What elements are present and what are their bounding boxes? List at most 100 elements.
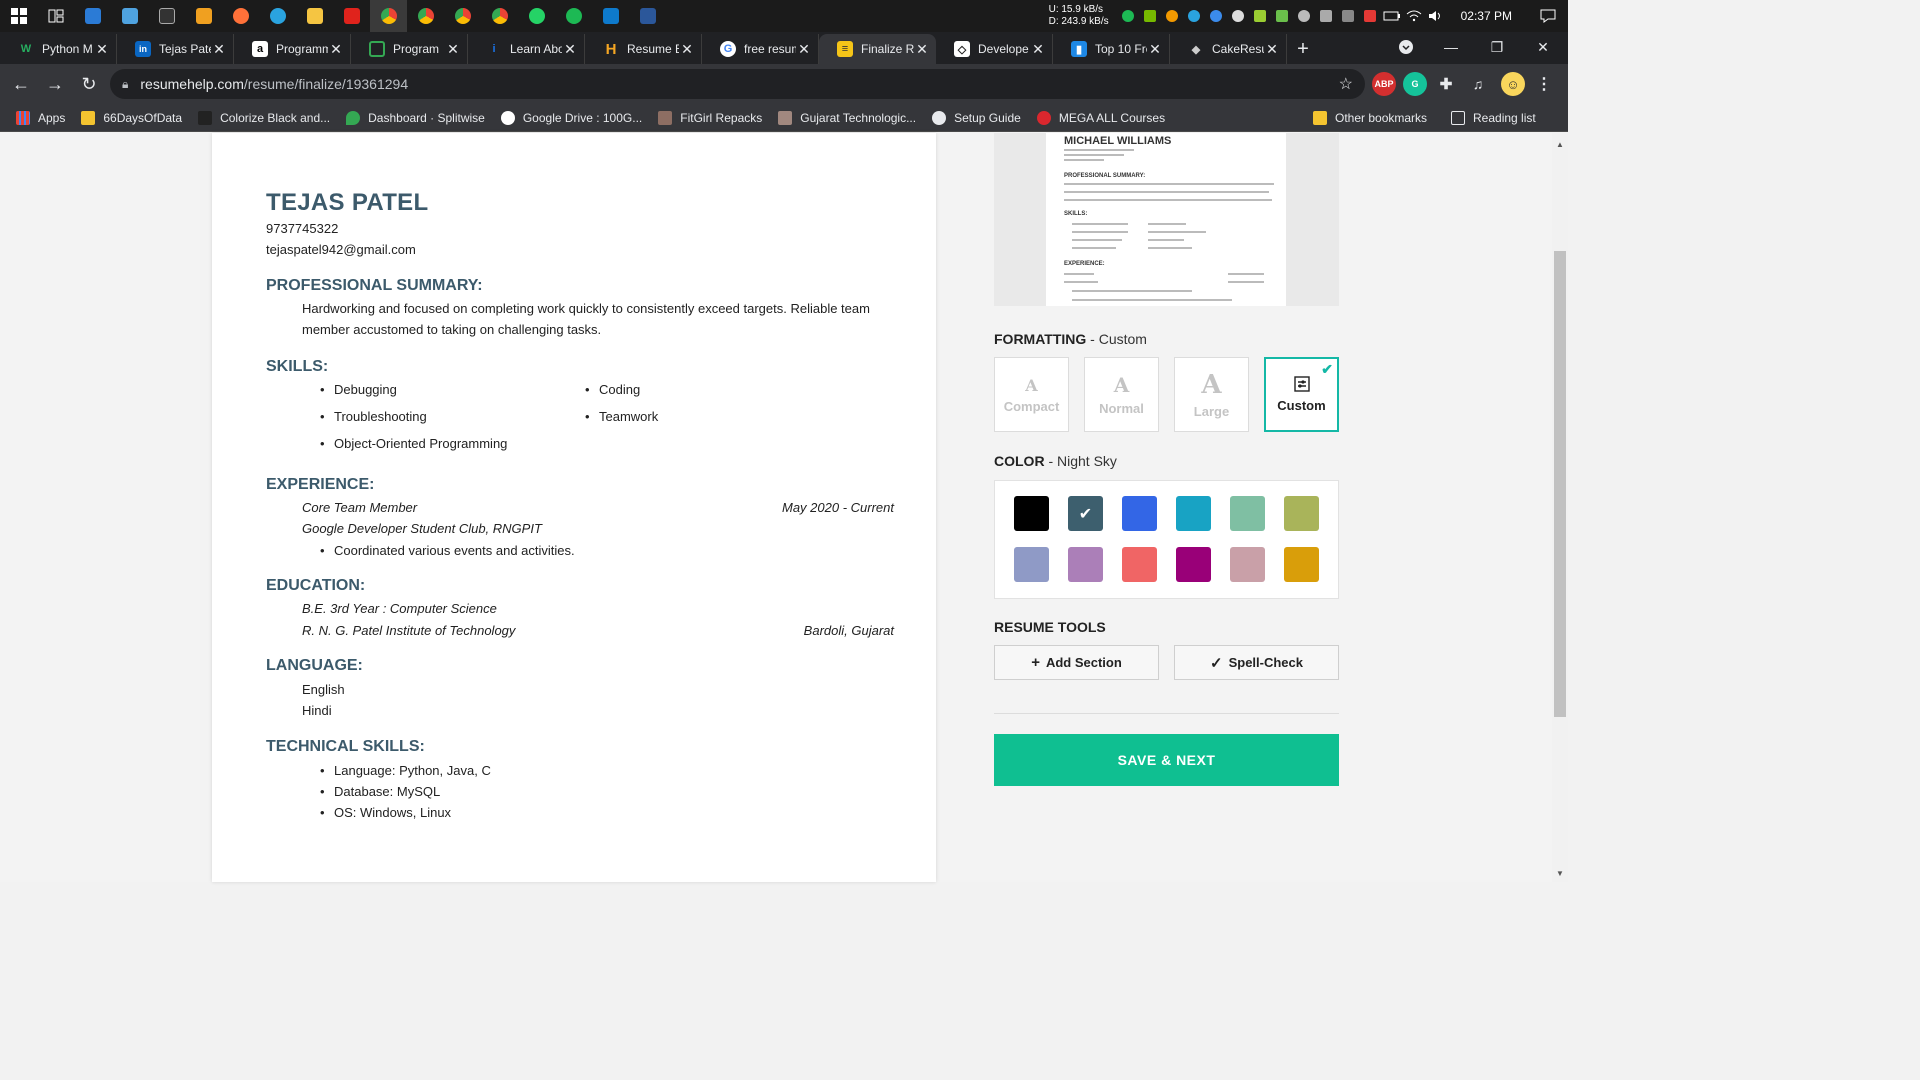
tray-app-icon[interactable] — [1271, 0, 1293, 32]
media-control-icon[interactable]: ♫ — [1466, 72, 1490, 96]
bookmark-item[interactable]: Apps — [16, 110, 65, 125]
bookmark-star-icon[interactable]: ☆ — [1339, 74, 1353, 94]
adblock-icon[interactable]: ABP — [1372, 72, 1396, 96]
close-tab-icon[interactable]: ✕ — [328, 41, 344, 58]
close-tab-icon[interactable]: ✕ — [914, 41, 930, 58]
scrollbar-thumb[interactable] — [1554, 251, 1566, 717]
format-custom-option[interactable]: ✔ Custom — [1264, 357, 1339, 432]
scroll-down-icon[interactable]: ▼ — [1552, 866, 1568, 882]
volume-icon[interactable] — [1425, 0, 1447, 32]
browser-tab[interactable]: ◇ Develope ✕ — [936, 34, 1053, 64]
acrobat-icon[interactable] — [333, 0, 370, 32]
color-swatch[interactable] — [1014, 496, 1049, 531]
chrome-profile-icon[interactable] — [407, 0, 444, 32]
tab-search-icon[interactable] — [1383, 32, 1429, 62]
color-swatch[interactable] — [1230, 547, 1265, 582]
chrome-icon[interactable] — [370, 0, 407, 32]
color-swatch[interactable] — [1122, 547, 1157, 582]
windows-start-icon[interactable] — [0, 0, 37, 32]
tray-app-icon[interactable] — [1249, 0, 1271, 32]
tray-app-icon[interactable] — [1315, 0, 1337, 32]
spotify-tray-icon[interactable] — [1117, 0, 1139, 32]
shield-tray-icon[interactable] — [1359, 0, 1381, 32]
color-swatch[interactable] — [1176, 547, 1211, 582]
terminal-icon[interactable] — [148, 0, 185, 32]
minimize-icon[interactable]: — — [1428, 32, 1474, 62]
bookmark-item[interactable]: FitGirl Repacks — [658, 110, 762, 125]
spotify-icon[interactable] — [555, 0, 592, 32]
vertical-scrollbar[interactable]: ▲ ▼ — [1552, 133, 1568, 882]
color-swatch[interactable] — [1284, 496, 1319, 531]
browser-tab[interactable]: H Resume B ✕ — [585, 34, 702, 64]
color-swatch[interactable] — [1230, 496, 1265, 531]
close-tab-icon[interactable]: ✕ — [1030, 41, 1046, 58]
tray-app-icon[interactable] — [1227, 0, 1249, 32]
telegram-icon[interactable] — [259, 0, 296, 32]
color-swatch-selected[interactable]: ✔ — [1068, 496, 1103, 531]
close-tab-icon[interactable]: ✕ — [1264, 41, 1280, 58]
address-bar[interactable]: 🔒︎ resumehelp.com/resume/finalize/193612… — [110, 69, 1365, 99]
word-icon[interactable] — [629, 0, 666, 32]
close-window-icon[interactable]: ✕ — [1520, 32, 1566, 62]
scroll-up-icon[interactable]: ▲ — [1552, 137, 1568, 153]
close-tab-icon[interactable]: ✕ — [1147, 41, 1163, 58]
telegram-tray-icon[interactable] — [1183, 0, 1205, 32]
tray-app-icon[interactable] — [1337, 0, 1359, 32]
bookmark-item[interactable]: 66DaysOfData — [81, 110, 182, 125]
spell-check-button[interactable]: ✓ Spell-Check — [1174, 645, 1339, 680]
new-tab-button[interactable]: + — [1287, 34, 1319, 64]
chrome-menu-icon[interactable]: ⋮ — [1532, 72, 1556, 96]
whatsapp-icon[interactable] — [518, 0, 555, 32]
bookmark-item[interactable]: Google Drive : 100G... — [500, 110, 642, 125]
back-arrow-icon[interactable]: ← — [4, 64, 38, 104]
task-view-icon[interactable] — [37, 0, 74, 32]
profile-avatar[interactable]: ☺ — [1501, 72, 1525, 96]
color-swatch[interactable] — [1284, 547, 1319, 582]
clock[interactable]: 02:37 PM — [1461, 9, 1512, 23]
reload-icon[interactable]: ↻ — [72, 64, 106, 104]
maximize-icon[interactable]: ❐ — [1474, 32, 1520, 62]
tray-app-icon[interactable] — [1205, 0, 1227, 32]
template-preview[interactable]: MICHAEL WILLIAMS PROFESSIONAL SUMMARY: S… — [994, 133, 1339, 306]
extensions-puzzle-icon[interactable]: ✚ — [1434, 72, 1458, 96]
bookmark-item[interactable]: Dashboard · Splitwise — [346, 110, 485, 125]
bookmark-item[interactable]: MEGA ALL Courses — [1036, 110, 1165, 125]
tray-app-icon[interactable] — [1293, 0, 1315, 32]
format-compact-option[interactable]: A Compact — [994, 357, 1069, 432]
close-tab-icon[interactable]: ✕ — [679, 41, 695, 58]
browser-tab[interactable]: ◆ CakeResu ✕ — [1170, 34, 1287, 64]
chrome-profile-icon[interactable] — [444, 0, 481, 32]
other-bookmarks[interactable]: Other bookmarks — [1313, 110, 1427, 125]
bookmark-item[interactable]: Colorize Black and... — [198, 110, 330, 125]
close-tab-icon[interactable]: ✕ — [445, 41, 461, 58]
browser-tab[interactable]: in Tejas Pate ✕ — [117, 34, 234, 64]
format-normal-option[interactable]: A Normal — [1084, 357, 1159, 432]
firefox-icon[interactable] — [222, 0, 259, 32]
browser-tab[interactable]: a Programm ✕ — [234, 34, 351, 64]
notification-icon[interactable] — [1528, 0, 1568, 32]
browser-tab[interactable]: i Learn Abo ✕ — [468, 34, 585, 64]
format-large-option[interactable]: A Large — [1174, 357, 1249, 432]
add-section-button[interactable]: + Add Section — [994, 645, 1159, 680]
bookmark-item[interactable]: Setup Guide — [932, 110, 1021, 125]
color-swatch[interactable] — [1014, 547, 1049, 582]
lock-icon[interactable]: 🔒︎ — [122, 77, 128, 92]
browser-tab[interactable]: W Python M ✕ — [0, 34, 117, 64]
reading-list[interactable]: Reading list — [1451, 110, 1536, 125]
browser-tab[interactable]: ▮ Top 10 Fre ✕ — [1053, 34, 1170, 64]
save-next-button[interactable]: SAVE & NEXT — [994, 734, 1339, 786]
chrome-profile-icon[interactable] — [481, 0, 518, 32]
search-tray-icon[interactable] — [1161, 0, 1183, 32]
nvidia-tray-icon[interactable] — [1139, 0, 1161, 32]
color-swatch[interactable] — [1068, 547, 1103, 582]
taskbar-app-icon[interactable] — [74, 0, 111, 32]
color-swatch[interactable] — [1122, 496, 1157, 531]
battery-icon[interactable] — [1381, 0, 1403, 32]
file-explorer-icon[interactable] — [296, 0, 333, 32]
bookmark-item[interactable]: Gujarat Technologic... — [778, 110, 916, 125]
color-swatch[interactable] — [1176, 496, 1211, 531]
wifi-icon[interactable] — [1403, 0, 1425, 32]
close-tab-icon[interactable]: ✕ — [94, 41, 110, 58]
grammarly-icon[interactable]: G — [1403, 72, 1427, 96]
close-tab-icon[interactable]: ✕ — [562, 41, 578, 58]
